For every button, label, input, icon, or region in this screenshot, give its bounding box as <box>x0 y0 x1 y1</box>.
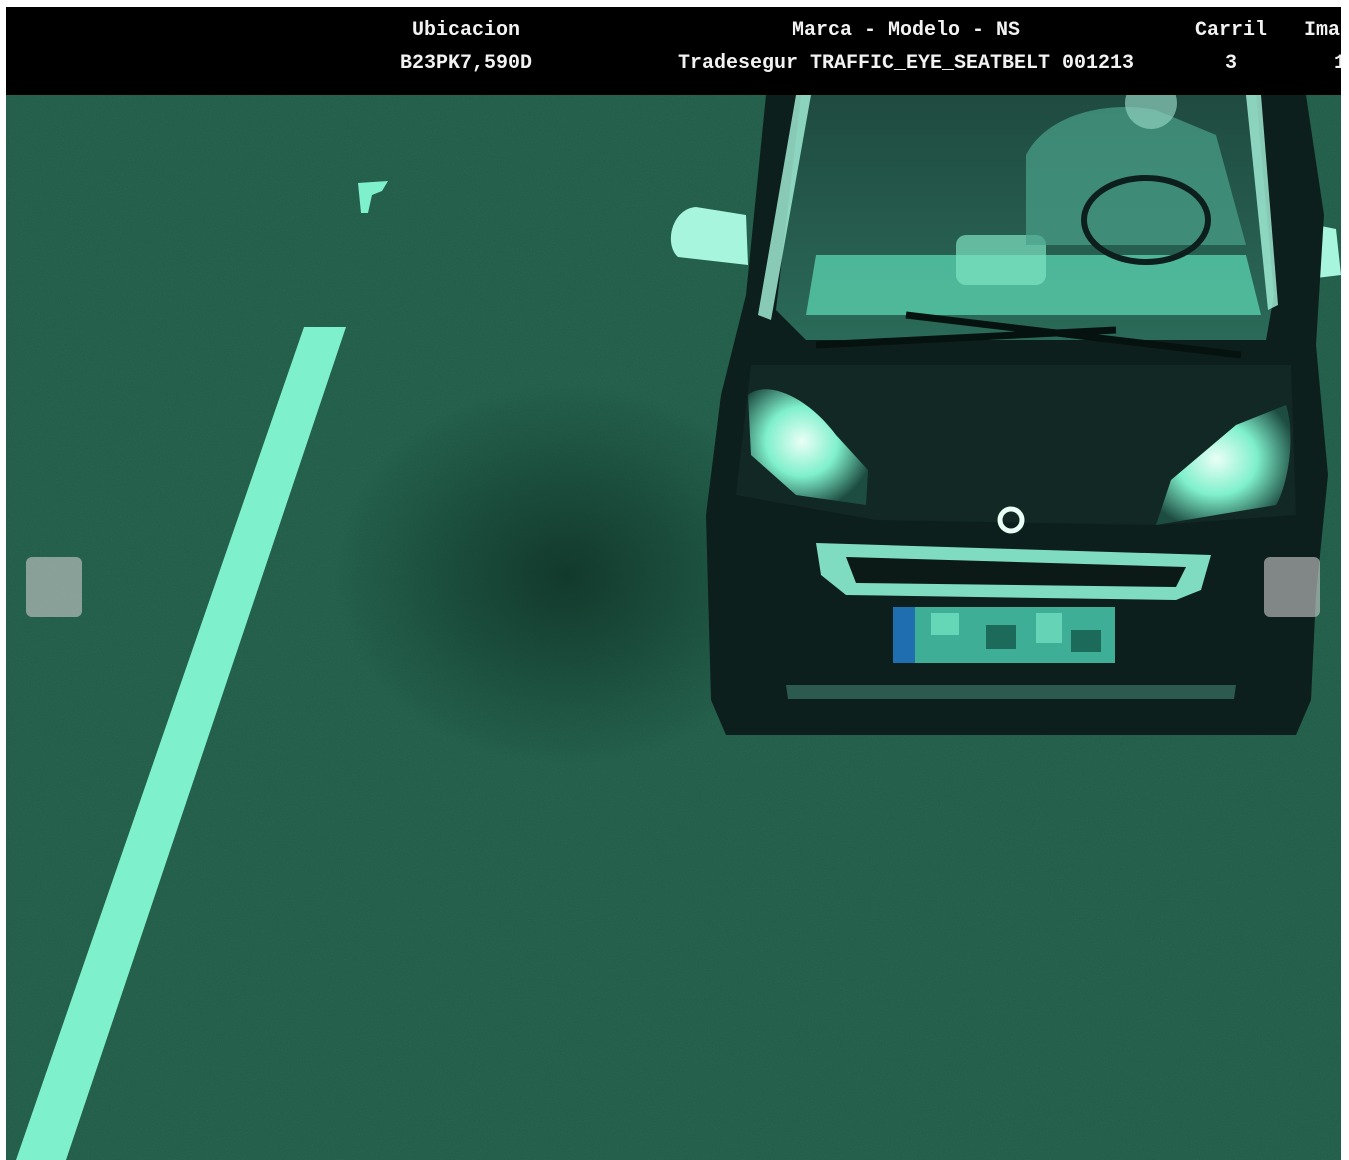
license-plate-eu-band <box>893 607 915 663</box>
camera-info-bar: Ubicacion B23PK7,590D Marca - Modelo - N… <box>6 7 1341 95</box>
previous-slide-button[interactable] <box>26 557 82 617</box>
lane-header: Carril <box>1194 19 1267 42</box>
smart-car <box>670 95 1341 735</box>
road-scene <box>6 95 1341 1160</box>
device-value: Tradesegur TRAFFIC_EYE_SEATBELT 001213 <box>677 52 1135 75</box>
traffic-camera-image: Ubicacion B23PK7,590D Marca - Modelo - N… <box>6 7 1341 1160</box>
image-value: 1 <box>1334 52 1341 75</box>
lower-bumper <box>786 685 1236 699</box>
road-scene-drawing <box>6 95 1341 1160</box>
left-mirror <box>670 207 748 265</box>
plate-pixel-3 <box>1036 613 1062 643</box>
plate-pixel-2 <box>986 625 1016 649</box>
device-header: Marca - Modelo - NS <box>791 19 1021 42</box>
plate-pixel-4 <box>1071 630 1101 652</box>
next-slide-button[interactable] <box>1264 557 1320 617</box>
plate-pixel-1 <box>931 613 959 635</box>
location-value: B23PK7,590D <box>399 52 533 75</box>
lane-value: 3 <box>1224 52 1237 75</box>
location-header: Ubicacion <box>411 19 521 42</box>
image-header: Ima <box>1304 19 1341 42</box>
